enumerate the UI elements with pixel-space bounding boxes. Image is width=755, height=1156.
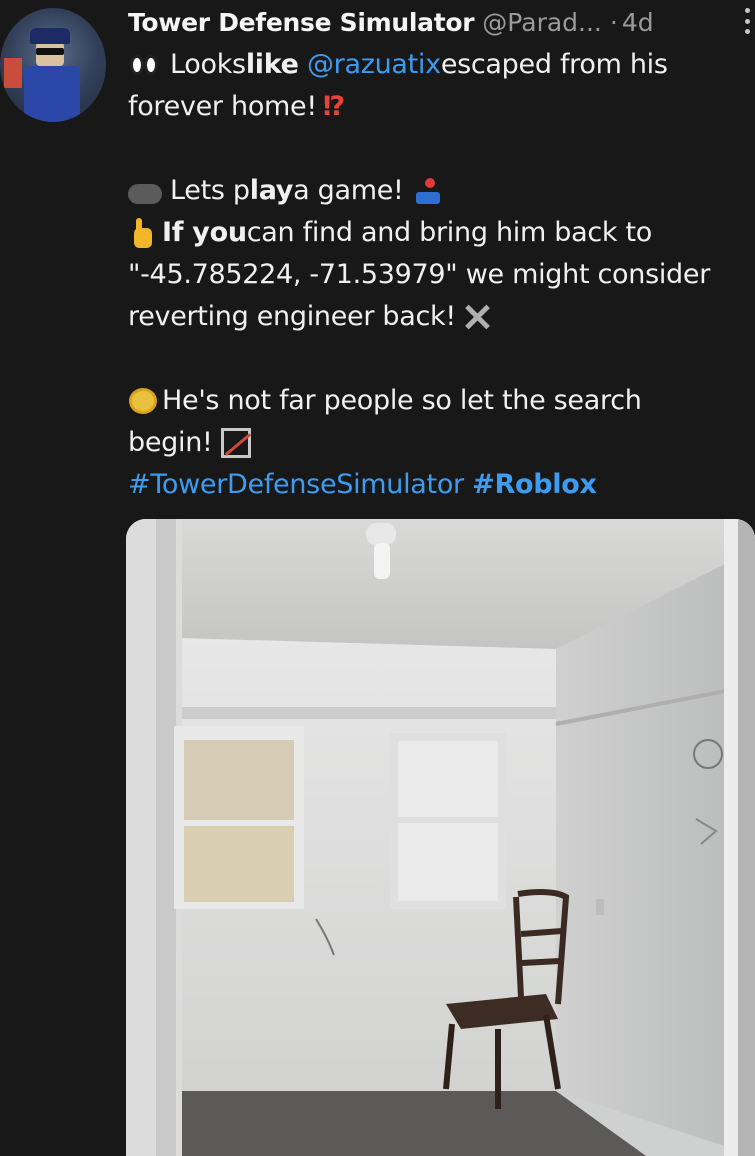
joystick-icon [414,176,440,206]
avatar-flag [4,58,22,88]
eyes-icon [128,50,162,80]
text-escaped: escaped from his [440,49,668,80]
text-a-game: a game! [293,175,404,206]
virus-icon [128,386,158,416]
text-lay: lay [249,175,294,206]
text-forever-home: forever home! [128,91,317,122]
bow-arrow-icon [220,428,251,458]
tweet-header: Tower Defense Simulator @Parad... · 4d [128,4,654,40]
tweet-line-10: begin! [128,422,754,464]
tweet-photo[interactable] [126,519,755,1156]
text-find-bring: can find and bring him back to [246,217,653,248]
avatar[interactable] [0,8,106,122]
tweet-time[interactable]: 4d [622,8,654,37]
avatar-glasses [36,48,64,55]
tweet-line-5: If you can find and bring him back to [128,212,754,254]
text-begin: begin! [128,427,213,458]
tweet-line-4: Lets p lay a game! [128,170,754,212]
more-options-icon[interactable] [745,8,753,34]
author-name[interactable]: Tower Defense Simulator [128,8,475,37]
gamepad-icon [128,184,162,204]
tweet-hashtags: #TowerDefenseSimulator #Roblox [128,464,754,506]
tweet-line-6: "-45.785224, -71.53979" we might conside… [128,254,754,296]
tweet-text: Looks like @razuatix escaped from his fo… [128,44,754,506]
mention-link[interactable]: @razuatix [307,44,441,86]
hashtag-tds[interactable]: #TowerDefenseSimulator [128,464,464,506]
tweet-line-1: Looks like @razuatix escaped from his [128,44,754,86]
tweet-line-9: He's not far people so let the search [128,380,754,422]
text-lets-p: Lets p [170,175,250,206]
avatar-body [24,66,80,122]
text-if-you: If you [162,217,247,248]
pointing-hand-icon [128,218,154,248]
interrobang-icon: ⁉ [322,91,345,122]
header-separator: · [609,7,618,37]
text-coordinates: "-45.785224, -71.53979" we might conside… [128,259,711,290]
tweet-line-7: reverting engineer back! [128,296,754,338]
hashtag-roblox[interactable]: #Roblox [472,464,597,506]
text-like: like [245,49,299,80]
text-not-far: He's not far people so let the search [162,385,642,416]
avatar-hat [30,28,70,44]
hammer-wrench-icon [462,302,492,332]
author-handle[interactable]: @Parad... [482,8,602,37]
text-reverting: reverting engineer back! [128,301,456,332]
room-photo [126,519,755,1156]
text-looks: Looks [170,49,246,80]
tweet-line-2: forever home! ⁉ [128,86,754,128]
